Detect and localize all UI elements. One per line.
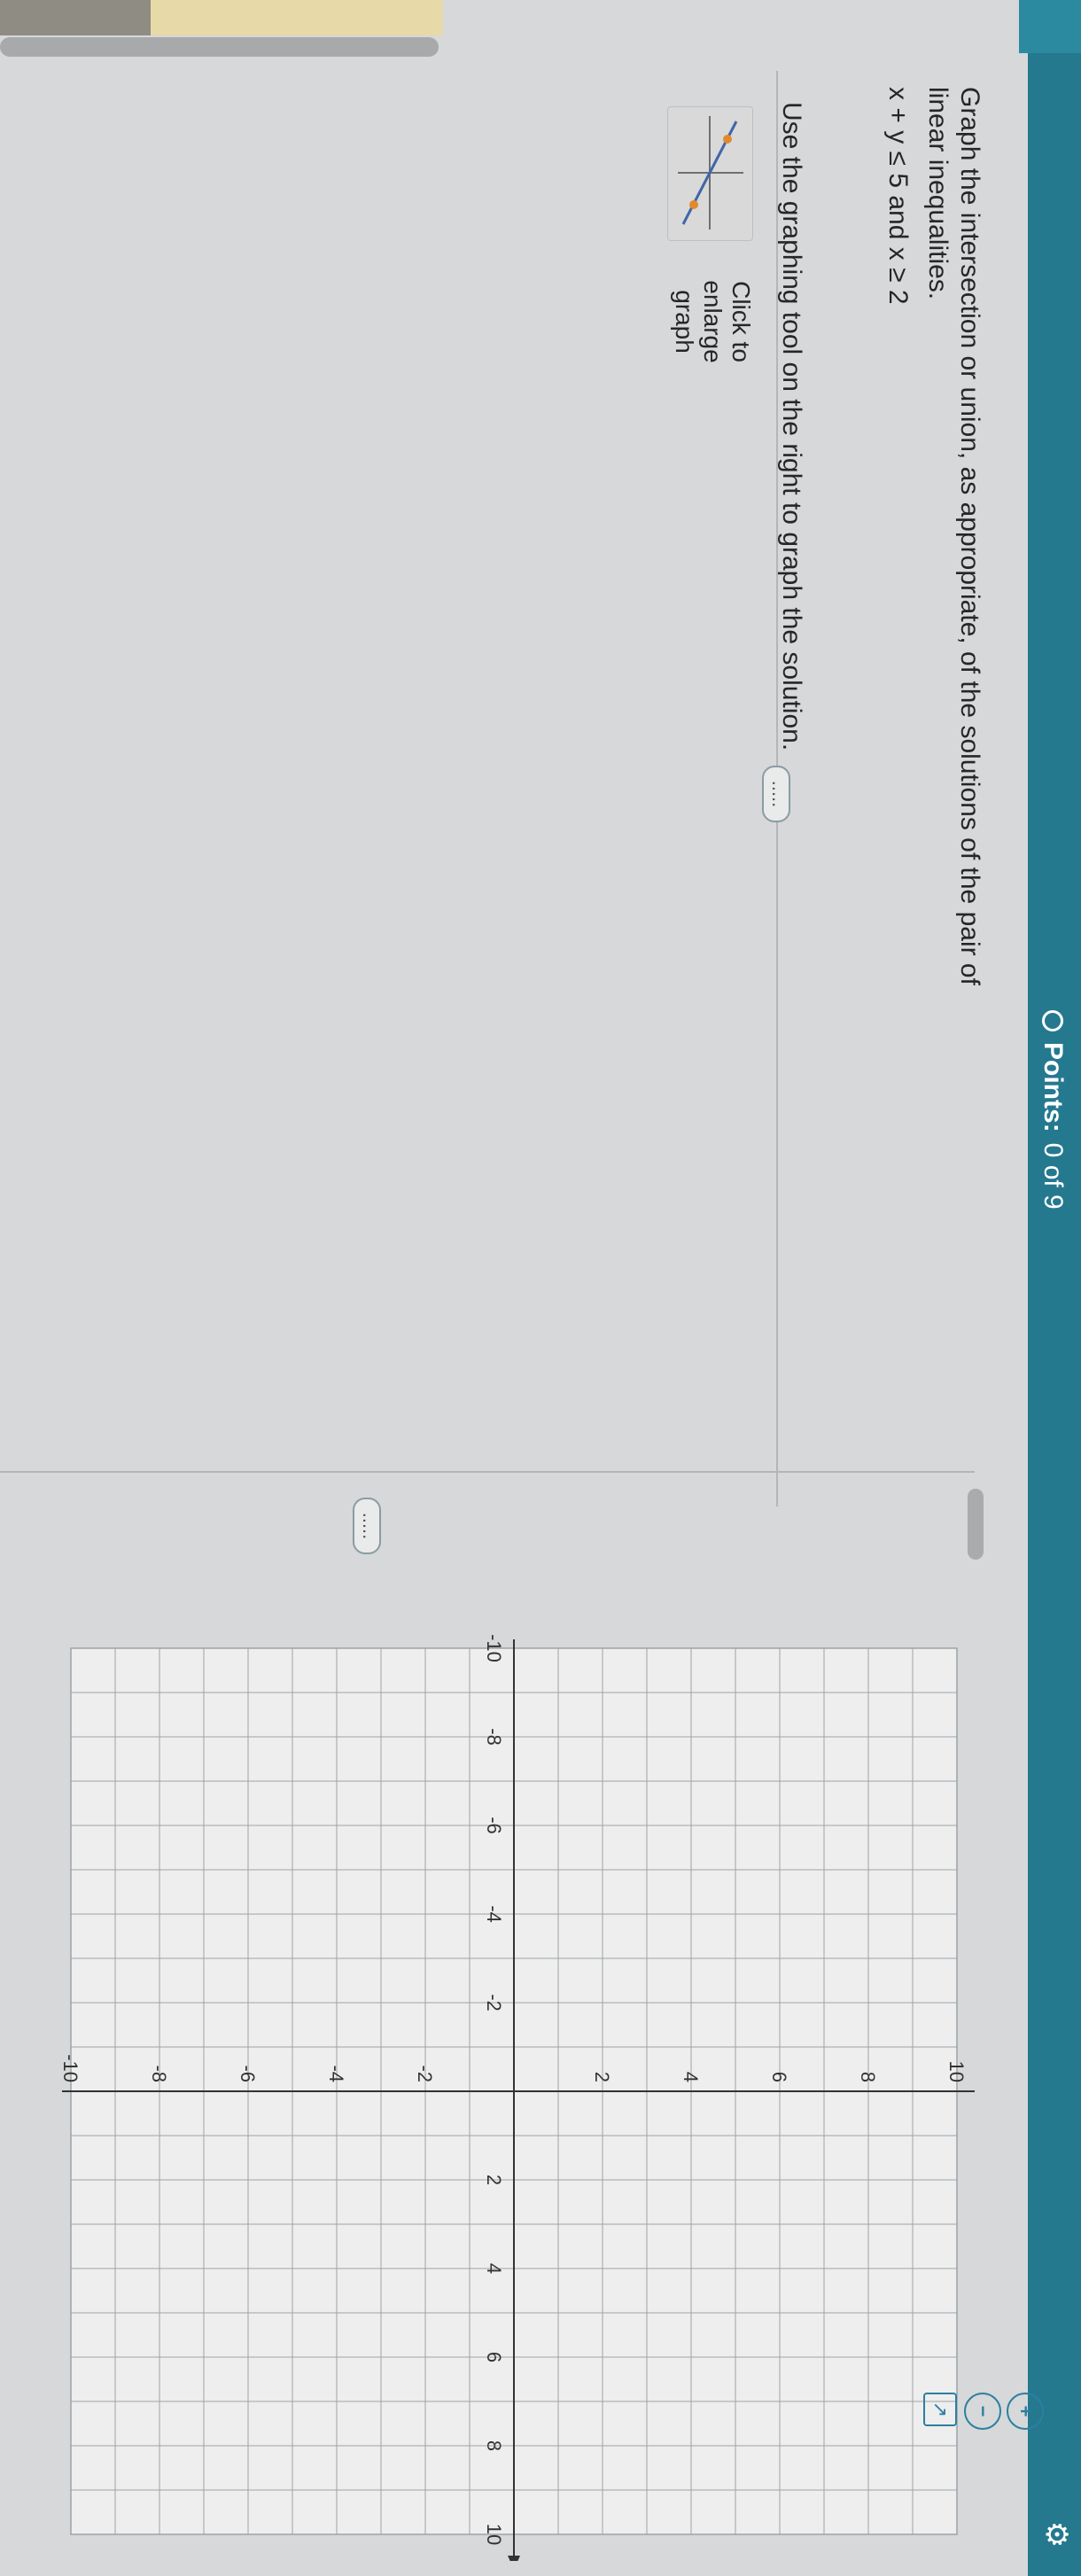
- points-indicator: Points: 0 of 9: [1035, 1010, 1070, 1210]
- panel-divider: [0, 1471, 975, 1473]
- x-tick-label: -10: [483, 1634, 505, 1662]
- thumbnail-graph-icon: [678, 116, 743, 230]
- expand-icon[interactable]: ↗: [923, 2393, 957, 2426]
- x-tick-label: -4: [483, 1905, 505, 1923]
- y-tick-label: 6: [768, 2072, 790, 2082]
- x-tick-label: 4: [483, 2263, 505, 2274]
- y-tick-label: -4: [325, 2065, 347, 2082]
- x-tick-label: 10: [483, 2524, 505, 2545]
- x-tick-label: 2: [483, 2175, 505, 2185]
- graph-thumbnail[interactable]: [667, 106, 753, 241]
- expand-panel-button[interactable]: .....: [353, 1498, 381, 1554]
- zoom-in-icon[interactable]: +: [1007, 2393, 1044, 2430]
- points-label: Points:: [1038, 1042, 1068, 1132]
- tool-instruction: Use the graphing tool on the right to gr…: [777, 102, 806, 751]
- panel-scrollbar[interactable]: [968, 1489, 984, 1560]
- y-tick-label: -6: [237, 2065, 259, 2082]
- question-instruction: Graph the intersection or union, as appr…: [923, 87, 984, 985]
- x-tick-label: -2: [483, 1994, 505, 2012]
- coordinate-grid[interactable]: xy-10-8-6-4-2246810108642-2-4-6-8-10: [0, 1568, 998, 2576]
- y-tick-label: 2: [591, 2072, 613, 2082]
- inequality-text: x + y ≤ 5 and x ≥ 2: [883, 87, 913, 305]
- header-bar: [1028, 0, 1081, 2576]
- page: Points: 0 of 9 ⚙ Graph the intersection …: [0, 0, 1081, 2576]
- x-tick-label: -6: [483, 1817, 505, 1834]
- x-axis-arrow: [508, 2556, 520, 2570]
- y-tick-label: -8: [148, 2065, 170, 2082]
- x-tick-label: -8: [483, 1728, 505, 1746]
- question-panel: Points: 0 of 9 ⚙ Graph the intersection …: [0, 0, 1073, 2576]
- expand-question-button[interactable]: .....: [762, 766, 790, 822]
- y-tick-label: -2: [414, 2065, 436, 2082]
- x-tick-label: 8: [483, 2440, 505, 2451]
- circle-icon: [1042, 1010, 1063, 1031]
- y-tick-label: 10: [945, 2061, 968, 2082]
- zoom-out-icon[interactable]: −: [964, 2393, 1001, 2430]
- header-bar-top: [1019, 0, 1081, 53]
- graphing-area[interactable]: xy-10-8-6-4-2246810108642-2-4-6-8-10: [0, 1568, 998, 2576]
- y-tick-label: -10: [59, 2054, 82, 2082]
- points-value: 0 of 9: [1038, 1142, 1068, 1210]
- gear-icon[interactable]: ⚙: [1038, 2517, 1074, 2552]
- x-tick-label: 6: [483, 2352, 505, 2362]
- thumbnail-label[interactable]: Click to enlarge graph: [670, 255, 755, 388]
- y-tick-label: 8: [857, 2072, 879, 2082]
- y-tick-label: 4: [680, 2072, 702, 2082]
